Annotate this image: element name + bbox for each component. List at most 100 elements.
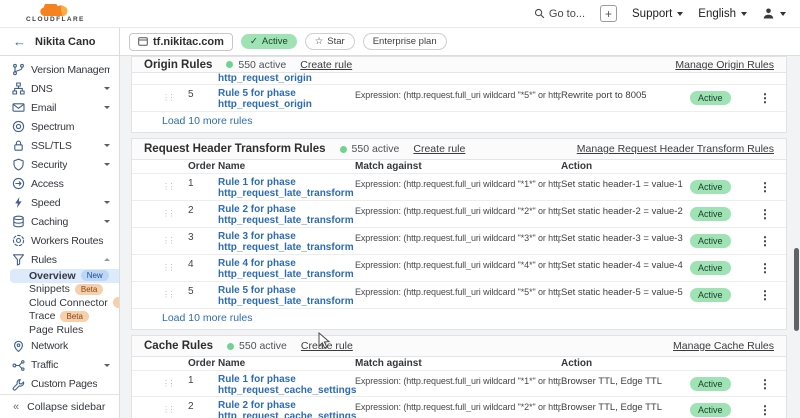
sidebar-item-custom-pages[interactable]: Custom Pages	[0, 375, 119, 394]
speed-icon	[12, 196, 25, 209]
security-icon	[12, 158, 25, 171]
load-more-row: Load 10 more rules	[132, 112, 786, 132]
sidebar-item-spectrum[interactable]: Spectrum	[0, 117, 119, 136]
status-badge-cell: Active	[690, 261, 748, 275]
rule-name-link[interactable]: Rule 1 for phasehttp_request_cache_setti…	[218, 371, 355, 397]
load-more-link[interactable]: Load 10 more rules	[162, 312, 252, 324]
add-site-button[interactable]: +	[600, 5, 617, 22]
domain-selector[interactable]: tf.nikitac.com	[129, 33, 233, 51]
sidebar-item-traffic[interactable]: Traffic	[0, 356, 119, 375]
support-menu[interactable]: Support	[632, 8, 683, 20]
drag-handle-icon[interactable]: ⋮⋮	[162, 291, 188, 299]
drag-handle-icon[interactable]: ⋮⋮	[162, 94, 188, 102]
manage-rules-link[interactable]: Manage Cache Rules	[673, 340, 774, 352]
rule-row: ⋮⋮2Rule 2 for phasehttp_request_late_tra…	[132, 201, 786, 228]
cloudflare-logo[interactable]: CLOUDFLARE	[26, 4, 85, 24]
sidebar-item-access[interactable]: Access	[0, 174, 119, 193]
rule-row: ⋮⋮5Rule 5 for phasehttp_request_originEx…	[132, 85, 786, 112]
sidebar-item-snippets[interactable]: SnippetsBeta	[0, 283, 119, 297]
kebab-menu-button[interactable]: ⋮	[756, 234, 774, 248]
column-header-action: Action	[561, 161, 690, 172]
sidebar-item-label: Speed	[31, 197, 60, 209]
star-button[interactable]: ☆ Star	[305, 33, 355, 50]
drag-handle-icon[interactable]: ⋮⋮	[162, 237, 188, 245]
rule-order: 2	[188, 397, 218, 412]
load-more-link[interactable]: Load 10 more rules	[162, 115, 252, 127]
status-badge: Active	[690, 261, 731, 275]
status-badge: Active	[690, 403, 731, 417]
chevron-down-icon	[104, 163, 110, 166]
kebab-menu-button[interactable]: ⋮	[756, 403, 774, 417]
rule-name-link[interactable]: Rule 4 for phasehttp_request_late_transf…	[218, 255, 355, 281]
sidebar-subitem-label: Trace	[29, 310, 55, 322]
sidebar-item-version-management[interactable]: Version Management	[0, 60, 119, 79]
sidebar-item-overview[interactable]: Overview New	[10, 269, 119, 283]
drag-handle-icon[interactable]: ⋮⋮	[162, 380, 188, 388]
kebab-menu-button[interactable]: ⋮	[756, 261, 774, 275]
rule-match-expression: Expression: (http.request.full_uri wildc…	[355, 228, 561, 243]
sidebar-item-caching[interactable]: Caching	[0, 212, 119, 231]
version-management-icon	[12, 63, 25, 76]
goto-search[interactable]: Go to...	[534, 8, 585, 20]
sidebar-item-trace[interactable]: TraceBeta	[0, 310, 119, 324]
dns-icon	[12, 82, 25, 95]
manage-rules-link[interactable]: Manage Origin Rules	[675, 59, 774, 71]
beta-badge: Beta	[75, 284, 103, 295]
rule-name-link[interactable]: Rule 5 for phasehttp_request_late_transf…	[218, 282, 355, 308]
sidebar-item-rules[interactable]: Rules	[0, 250, 119, 269]
sidebar-item-speed[interactable]: Speed	[0, 193, 119, 212]
language-menu[interactable]: English	[698, 8, 747, 20]
kebab-menu-button[interactable]: ⋮	[756, 207, 774, 221]
sidebar-item-page-rules[interactable]: Page Rules	[0, 323, 119, 337]
back-arrow-icon[interactable]: ←	[13, 34, 26, 49]
drag-handle-icon[interactable]: ⋮⋮	[162, 264, 188, 272]
status-dot-icon	[227, 343, 234, 350]
column-header-row: OrderNameMatch againstAction	[132, 357, 786, 371]
sidebar-subitem-label: Overview	[29, 270, 76, 282]
sidebar-item-cloud-connector[interactable]: Cloud ConnectorBeta	[0, 296, 119, 310]
rule-name-link[interactable]: Rule 2 for phasehttp_request_late_transf…	[218, 201, 355, 227]
rule-action: Browser TTL, Edge TTL	[561, 397, 690, 413]
drag-handle-icon[interactable]: ⋮⋮	[162, 406, 188, 414]
sidebar-item-label: Network	[31, 340, 68, 352]
drag-handle-icon[interactable]: ⋮⋮	[162, 183, 188, 191]
new-badge: New	[81, 270, 109, 281]
kebab-menu-button[interactable]: ⋮	[756, 180, 774, 194]
rule-order: 1	[188, 371, 218, 386]
domain-status-badge: ✓ Active	[241, 34, 297, 49]
rule-name-link[interactable]: http_request_origin	[218, 73, 355, 84]
origin-rules-header: Origin Rules550 activeCreate ruleManage …	[132, 57, 786, 73]
language-label: English	[698, 8, 736, 20]
sidebar-item-network[interactable]: Network	[0, 337, 119, 356]
sidebar-item-security[interactable]: Security	[0, 155, 119, 174]
cloudflare-cloud-icon	[38, 4, 72, 17]
user-menu[interactable]	[762, 7, 786, 20]
sidebar-item-workers-routes[interactable]: Workers Routes	[0, 231, 119, 250]
chevron-down-icon	[104, 144, 110, 147]
status-badge-cell: Active	[690, 234, 748, 248]
sidebar-item-ssl-tls[interactable]: SSL/TLS	[0, 136, 119, 155]
rule-name-link[interactable]: Rule 3 for phasehttp_request_late_transf…	[218, 228, 355, 254]
kebab-menu-button[interactable]: ⋮	[756, 91, 774, 105]
user-icon	[762, 7, 775, 20]
create-rule-link[interactable]: Create rule	[300, 59, 352, 71]
rule-row-partial: http_request_origin	[132, 73, 786, 85]
collapse-sidebar-button[interactable]: « Collapse sidebar	[0, 394, 119, 418]
scrollbar-thumb[interactable]	[794, 248, 799, 331]
sidebar-item-email[interactable]: Email	[0, 98, 119, 117]
kebab-menu-button[interactable]: ⋮	[756, 377, 774, 391]
rule-name-link[interactable]: Rule 2 for phasehttp_request_cache_setti…	[218, 397, 355, 418]
create-rule-link[interactable]: Create rule	[413, 143, 465, 155]
column-header-name: Name	[218, 161, 355, 172]
rule-name-line1: Rule 1 for phase	[218, 374, 355, 386]
manage-rules-link[interactable]: Manage Request Header Transform Rules	[577, 143, 774, 155]
active-count-label: 550 active	[352, 143, 400, 155]
rule-match-expression: Expression: (http.request.full_uri wildc…	[355, 201, 561, 216]
rule-name-link[interactable]: Rule 5 for phasehttp_request_origin	[218, 85, 355, 111]
kebab-menu-button[interactable]: ⋮	[756, 288, 774, 302]
drag-handle-icon[interactable]: ⋮⋮	[162, 210, 188, 218]
rule-name-link[interactable]: Rule 1 for phasehttp_request_late_transf…	[218, 174, 355, 200]
sidebar-item-dns[interactable]: DNS	[0, 79, 119, 98]
create-rule-link[interactable]: Create rule	[301, 340, 353, 352]
rule-match-expression: Expression: (http.request.full_uri wildc…	[355, 371, 561, 386]
